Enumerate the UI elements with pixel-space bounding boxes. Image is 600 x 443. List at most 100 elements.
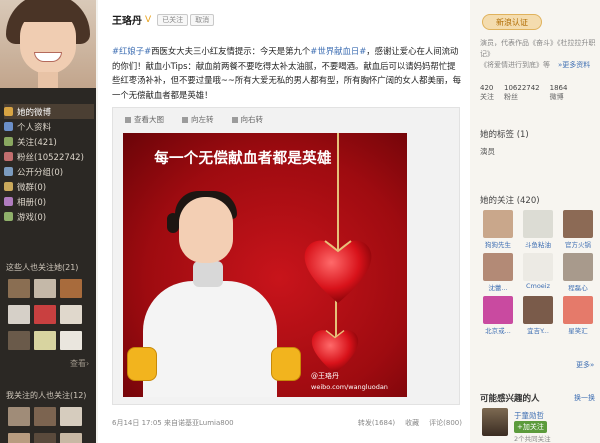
nav-item-microgroups[interactable]: 微群(0)	[4, 179, 94, 194]
game-icon	[4, 212, 13, 221]
following-icon	[4, 137, 13, 146]
rotate-right-icon	[231, 116, 238, 123]
album-icon	[4, 197, 13, 206]
rotate-right-button[interactable]: 向右转	[231, 114, 263, 125]
post-text: #红娘子#西医女大夫三小红友情提示：今天是第九个#世界献血日#，感谢让爱心在人间…	[112, 44, 462, 102]
swap-suggestions-button[interactable]: 换一换	[574, 393, 595, 403]
follower-avatar[interactable]	[60, 331, 82, 350]
comment-button[interactable]: 评论(800)	[429, 418, 462, 428]
heart-ornament-small	[311, 330, 359, 374]
doctor-scarf	[193, 261, 223, 287]
home-icon	[4, 107, 13, 116]
profile-avatar[interactable]	[0, 0, 96, 88]
poster-title: 每一个无偿献血者都是英雄	[154, 151, 332, 167]
left-sidebar: 她的微博 个人资料 关注(421) 粉丝(10522742) 公开分组(0) 微…	[0, 0, 96, 443]
following-avatar	[483, 296, 513, 324]
view-large-button[interactable]: 查看大图	[125, 114, 164, 125]
following-avatar	[563, 253, 593, 281]
suggested-user-name[interactable]: 于童勋哲	[514, 410, 544, 421]
follower-avatar[interactable]	[8, 279, 30, 298]
tags-title: 她的标签 (1)	[480, 130, 529, 140]
following-avatar	[523, 253, 553, 281]
post-timestamp[interactable]: 6月14日 17:05 来自诺基亚Lumia800	[112, 418, 234, 428]
follower-avatar[interactable]	[8, 331, 30, 350]
doctor-hair-bun	[167, 213, 179, 233]
following-item[interactable]: 宜吉Y...	[520, 296, 556, 335]
following-avatar	[483, 210, 513, 238]
unfollow-button[interactable]: 取消	[190, 13, 215, 26]
mutual-avatar[interactable]	[60, 407, 82, 426]
follower-avatar[interactable]	[34, 305, 56, 324]
repost-button[interactable]: 转发(1684)	[358, 418, 395, 428]
nav-item-groups[interactable]: 公开分组(0)	[4, 164, 94, 179]
following-item[interactable]: 沈蕾...	[480, 253, 516, 292]
image-attachment: 查看大图 向左转 向右转 每一个无偿献血者都是英雄 @王珞丹 weibo.com…	[112, 107, 460, 405]
following-item[interactable]: 斗鱼粘油	[520, 210, 556, 249]
stat-posts[interactable]: 1864 微博	[550, 84, 568, 102]
profile-icon	[4, 122, 13, 131]
followers-more-link[interactable]: 查看›	[70, 358, 89, 369]
group-icon	[4, 167, 13, 176]
post-text-segment: 西医女大夫三小红友情提示：今天是第九个	[151, 46, 311, 56]
stat-following[interactable]: 420 关注	[480, 84, 494, 102]
nav-item-games[interactable]: 游戏(0)	[4, 209, 94, 224]
follower-avatar[interactable]	[34, 331, 56, 350]
topic-hashtag[interactable]: #世界献血日#	[310, 46, 366, 56]
nav-item-fans[interactable]: 粉丝(10522742)	[4, 149, 94, 164]
user-name[interactable]: 王珞丹	[112, 12, 142, 27]
following-avatar	[563, 296, 593, 324]
nav-item-weibo[interactable]: 她的微博	[4, 104, 94, 119]
profile-stats: 420 关注 10622742 粉丝 1864 微博	[480, 84, 567, 102]
fans-icon	[4, 152, 13, 161]
heart-ornament-large	[304, 240, 372, 303]
mutual-avatar[interactable]	[8, 407, 30, 426]
mutual-follow-count: 2个共同关注	[514, 435, 551, 443]
right-sidebar: 新浪认证 演员，代表作品《奋斗》《杜拉拉升职记》 《将爱情进行到底》等 »更多资…	[470, 0, 600, 443]
follower-avatar[interactable]	[34, 279, 56, 298]
blood-donation-poster[interactable]: 每一个无偿献血者都是英雄 @王珞丹 weibo.com/wangluodan	[123, 133, 407, 397]
post-text-segment: 小Tips：献血前两餐不要吃得太补太油腻，不要喝酒。献血后可以请妈妈帮忙提些红枣…	[112, 60, 462, 100]
following-avatar	[563, 210, 593, 238]
followed-status-badge: 已关注	[157, 13, 189, 26]
mutual-avatar[interactable]	[60, 433, 82, 443]
weibo-post-card: 王珞丹 V 已关注 取消 #红娘子#西医女大夫三小红友情提示：今天是第九个#世界…	[98, 0, 470, 443]
following-item[interactable]: 官方火锅	[560, 210, 596, 249]
profile-nav: 她的微博 个人资料 关注(421) 粉丝(10522742) 公开分组(0) 微…	[4, 104, 94, 224]
sina-verify-badge[interactable]: 新浪认证	[482, 14, 542, 30]
more-info-link[interactable]: »更多资料	[558, 60, 590, 70]
following-item[interactable]: 北京或...	[480, 296, 516, 335]
following-item[interactable]: 狗狗先生	[480, 210, 516, 249]
follow-button[interactable]: +加关注	[514, 421, 547, 433]
following-item[interactable]: Cmoeiz	[520, 253, 556, 292]
thumbs-up-icon	[271, 347, 301, 381]
mutual-avatar[interactable]	[8, 433, 30, 443]
follower-avatar[interactable]	[60, 279, 82, 298]
nav-item-profile[interactable]: 个人资料	[4, 119, 94, 134]
nav-item-album[interactable]: 相册(0)	[4, 194, 94, 209]
verified-icon: V	[145, 14, 152, 25]
rotate-left-button[interactable]: 向左转	[182, 114, 214, 125]
mutual-follow-grid	[8, 407, 82, 443]
suggested-user-avatar[interactable]	[482, 408, 508, 436]
mutual-follow-title: 我关注的人也关注(12)	[6, 391, 87, 400]
following-more-link[interactable]: 更多»	[576, 360, 594, 370]
stat-fans[interactable]: 10622742 粉丝	[504, 84, 540, 102]
nav-item-following[interactable]: 关注(421)	[4, 134, 94, 149]
zoom-icon	[125, 116, 131, 123]
mutual-avatar[interactable]	[34, 433, 56, 443]
topic-hashtag[interactable]: #红娘子#	[112, 46, 151, 56]
follower-avatar[interactable]	[60, 305, 82, 324]
followers-also-grid	[8, 279, 82, 350]
doctor-figure	[143, 281, 277, 397]
post-header: 王珞丹 V 已关注 取消	[112, 12, 215, 27]
mutual-avatar[interactable]	[34, 407, 56, 426]
tag-item[interactable]: 演员	[480, 146, 495, 157]
following-title: 她的关注 (420)	[480, 196, 540, 206]
following-avatar	[523, 210, 553, 238]
follower-avatar[interactable]	[8, 305, 30, 324]
following-item[interactable]: 程磊心	[560, 253, 596, 292]
poster-watermark: @王珞丹	[311, 372, 339, 380]
favorite-button[interactable]: 收藏	[405, 418, 419, 428]
following-item[interactable]: 星笑汇	[560, 296, 596, 335]
poster-url: weibo.com/wangluodan	[311, 383, 388, 391]
